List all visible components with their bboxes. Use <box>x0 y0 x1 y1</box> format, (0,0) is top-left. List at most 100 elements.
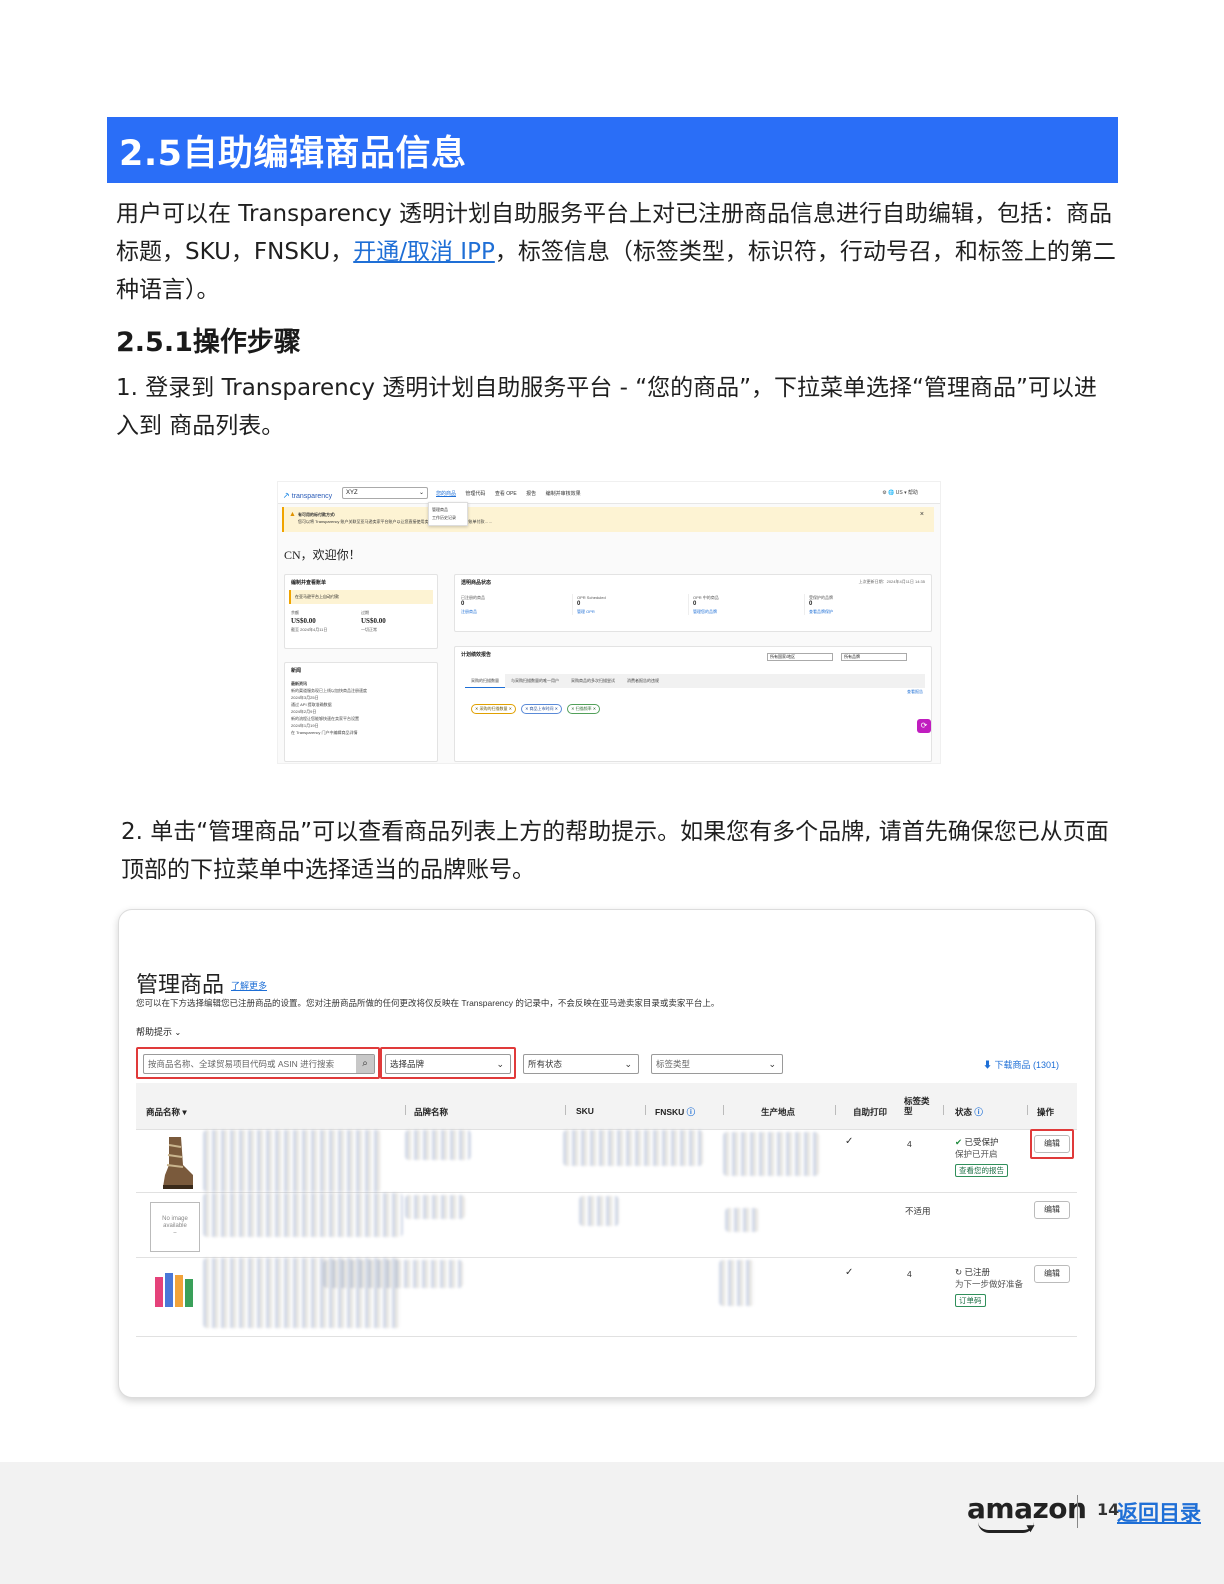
step-2-text: 2. 单击“管理商品”可以查看商品列表上方的帮助提示。如果您有多个品牌, 请首先… <box>121 819 1109 883</box>
tab-unique-users[interactable]: 与采购扫描数量的唯一用户 <box>505 674 565 688</box>
redacted-product-name <box>203 1193 403 1237</box>
row-divider <box>136 1336 1077 1337</box>
help-tips-label: 帮助提示 <box>136 1027 173 1037</box>
dashboard-topbar: ⸕ transparency XYZ ⌄ 您的商品 管理代码 查看 OPE 报告… <box>278 482 940 504</box>
stat-value: 0 <box>693 601 697 607</box>
balance-label: 余额 <box>291 610 299 615</box>
overdue-note: 一切正常 <box>361 627 377 632</box>
help-tips-toggle[interactable]: 帮助提示 ⌄ <box>136 1025 181 1038</box>
news-item[interactable]: 新的渠道服务现已上线以加快商品注册速度 <box>291 687 431 694</box>
brand-select[interactable]: 选择品牌 ⌄ <box>385 1054 511 1074</box>
dashboard-brand-select[interactable]: XYZ ⌄ <box>342 487 428 499</box>
status-updated: 上次更新日期：2024年4月11日 14:35 <box>858 579 925 584</box>
col-fnsku: FNSKU ⓘ <box>655 1106 695 1118</box>
tab-scans[interactable]: 采购的扫描数量 <box>465 674 505 688</box>
nav-view-ope[interactable]: 查看 OPE <box>495 491 517 497</box>
dropdown-history[interactable]: 工作历史记录 <box>432 514 464 522</box>
edit-button[interactable]: 编辑 <box>1034 1201 1070 1219</box>
chevron-down-icon: ⌄ <box>418 490 424 496</box>
info-icon[interactable]: ⓘ <box>974 1107 983 1117</box>
stat-link[interactable]: 管理 OPR <box>577 609 595 614</box>
stat-label: 受保护的品牌 <box>809 595 834 600</box>
news-item[interactable]: 新的流程让您能够快速在卖家平台设置 <box>291 715 431 722</box>
stat-link[interactable]: 管理您的品牌 <box>693 609 717 614</box>
phone-cases-product-image <box>155 1273 193 1307</box>
col-action: 操作 <box>1037 1107 1055 1117</box>
transparency-logo-text: transparency <box>291 493 333 500</box>
dashboard-right-menu[interactable]: ⚙ 🌐 US ▾ 帮助 <box>882 489 918 496</box>
redacted-brand <box>405 1195 465 1219</box>
nav-manage-codes[interactable]: 管理代码 <box>465 491 485 497</box>
news-item[interactable]: 在 Transparency 门户中编辑商品详情 <box>291 729 431 736</box>
nav-billing[interactable]: 编制并审核效果 <box>546 491 581 497</box>
stat-opr-products: OPR 中的商品 0 管理您的品牌 <box>693 594 806 615</box>
pill-scans[interactable]: ✕ 采购的扫描数量 ✕ <box>471 704 516 714</box>
redacted-product-name <box>203 1130 381 1192</box>
news-card-title: 新闻 <box>291 668 302 674</box>
redacted-sku <box>579 1196 619 1226</box>
verified-icon: ✔ <box>955 1137 963 1147</box>
pill-listing[interactable]: ✕ 商品上市时间 ✕ <box>521 704 562 714</box>
learn-more-link[interactable]: 了解更多 <box>231 979 267 992</box>
info-icon[interactable]: ⓘ <box>687 1107 696 1117</box>
status-sub: 为下一步做好准备 <box>955 1279 1024 1289</box>
stat-protected-brands: 受保护的品牌 0 查看品牌保护 <box>809 594 921 615</box>
status-registered: ↻ 已注册 为下一步做好准备 订单码 <box>955 1266 1025 1307</box>
alert-body: 您可以将 Transparency 账户关联至亚马逊卖家平台账户以让您直接使用卖… <box>298 519 493 524</box>
col-status-label: 状态 <box>955 1107 973 1117</box>
overdue-label: 过期 <box>361 610 369 615</box>
back-to-toc-link[interactable]: 返回目录 <box>1117 1497 1201 1527</box>
view-report-button[interactable]: 查看您的报告 <box>955 1164 1008 1177</box>
download-products-link[interactable]: ⬇ 下载商品 (1301) <box>983 1058 1059 1071</box>
nav-reports[interactable]: 报告 <box>526 491 536 497</box>
boot-product-image <box>163 1137 193 1189</box>
billing-card-title: 编制并查看账单 <box>291 580 327 586</box>
edit-button[interactable]: 编辑 <box>1034 1265 1070 1283</box>
chat-icon[interactable]: ⟳ <box>917 719 931 733</box>
products-dropdown: 管理商品 工作历史记录 <box>428 502 468 526</box>
search-icon[interactable]: ⌕ <box>356 1055 374 1073</box>
status-select[interactable]: 所有状态 ⌄ <box>523 1054 639 1074</box>
col-brand-name: 品牌名称 <box>414 1107 449 1117</box>
step-1-text: 1. 登录到 Transparency 透明计划自助服务平台 - “您的商品”，… <box>116 375 1097 439</box>
chevron-down-icon: ⌄ <box>496 1059 504 1069</box>
column-divider <box>405 1105 406 1115</box>
billing-warning[interactable]: 在亚马逊平台上自动付款 <box>289 590 433 604</box>
tab-multiple-scans[interactable]: 采购商品的多次扫描尝试 <box>565 674 621 688</box>
tab-violations[interactable]: 消费者报告的违规 <box>621 674 665 688</box>
view-report-link[interactable]: 查看报告 <box>907 689 923 695</box>
news-item: 最新资讯 <box>291 681 307 686</box>
manage-products-screenshot: 管理商品 了解更多 您可以在下方选择编辑您已注册商品的设置。您对注册商品所做的任… <box>118 909 1096 1398</box>
close-icon[interactable]: × <box>920 511 924 518</box>
stat-value: 0 <box>809 601 813 607</box>
pill-frequency[interactable]: ✕ 扫描频率 ✕ <box>567 704 601 714</box>
table-header-band <box>136 1083 1077 1129</box>
balance-value: US$0.00 <box>291 617 316 625</box>
order-codes-button[interactable]: 订单码 <box>955 1294 986 1307</box>
subsection-title: 2.5.1操作步骤 <box>116 327 301 358</box>
col-label-type-line2: 型 <box>904 1106 913 1116</box>
label-count: 4 <box>907 1139 912 1149</box>
search-input[interactable]: 按商品名称、全球贸易项目代码或 ASIN 进行搜索 ⌕ <box>143 1054 375 1074</box>
brand-select-value: 选择品牌 <box>390 1059 425 1069</box>
stat-registered: 已注册的商品 0 注册商品 <box>461 594 574 615</box>
section-header: 2.5自助编辑商品信息 <box>107 117 1118 183</box>
label-count: 4 <box>907 1269 912 1279</box>
status-sub: 保护已开启 <box>955 1149 998 1159</box>
stat-link[interactable]: 注册商品 <box>461 609 477 614</box>
brand-filter-select[interactable]: 所有品牌 <box>841 653 907 661</box>
column-divider <box>565 1105 566 1115</box>
label-type-select[interactable]: 标签类型 ⌄ <box>651 1054 783 1074</box>
section-title: 2.5自助编辑商品信息 <box>119 133 467 174</box>
ipp-link[interactable]: 开通/取消 IPP <box>353 239 495 265</box>
news-date: 2024年2月9日 <box>291 709 317 714</box>
col-product-name[interactable]: 商品名称 ▾ <box>146 1106 187 1118</box>
dropdown-manage-products[interactable]: 管理商品 <box>432 506 464 514</box>
nav-your-products[interactable]: 您的商品 <box>436 491 456 497</box>
news-item[interactable]: 通过 API 提取准确数据 <box>291 701 431 708</box>
col-label-type: 标签类型 <box>904 1096 930 1116</box>
edit-button[interactable]: 编辑 <box>1034 1135 1070 1153</box>
redacted-brand <box>405 1130 471 1160</box>
country-select[interactable]: 所有国家/地区 <box>767 653 833 661</box>
stat-link[interactable]: 查看品牌保护 <box>809 609 833 614</box>
